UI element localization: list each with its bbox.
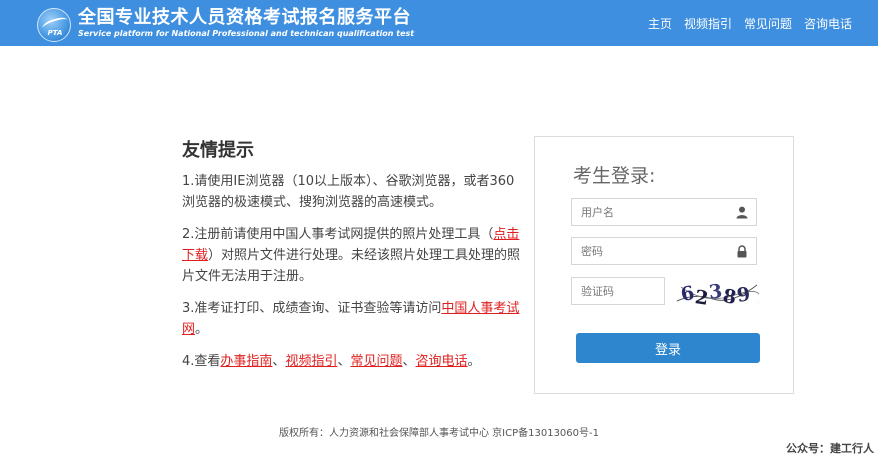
tip4-sep: 、 [272, 354, 286, 369]
tip4-sep: 、 [402, 354, 416, 369]
hotline-link[interactable]: 咨询电话 [416, 354, 468, 369]
nav-home[interactable]: 主页 [648, 15, 672, 32]
tip-help-links: 4.查看办事指南、视频指引、常见问题、咨询电话。 [182, 351, 522, 372]
wechat-watermark: 公众号：建工行人 [786, 442, 874, 455]
tip4-sep: 、 [337, 354, 351, 369]
captcha-char: 9 [735, 283, 752, 307]
tip3-text-after: 。 [195, 322, 209, 337]
tip4-text-before: 4.查看 [182, 354, 221, 369]
username-input[interactable] [572, 199, 722, 225]
user-icon [736, 206, 748, 219]
site-title: 全国专业技术人员资格考试报名服务平台 [78, 7, 411, 28]
faq-link[interactable]: 常见问题 [350, 354, 402, 369]
captcha-field [571, 277, 665, 305]
tip-photo-tool: 2.注册前请使用中国人事考试网提供的照片处理工具（点击下载）对照片文件进行处理。… [182, 224, 522, 287]
captcha-image[interactable]: 62389 [675, 277, 759, 309]
tip3-text-before: 3.准考证打印、成绩查询、证书查验等请访问 [182, 301, 442, 316]
captcha-input[interactable] [572, 278, 660, 304]
tips-title: 友情提示 [182, 140, 254, 161]
tip2-text-after: ）对照片文件进行处理。未经该照片处理工具处理的照片文件无法用于注册。 [182, 248, 521, 284]
password-field [571, 237, 757, 265]
captcha-char: 3 [707, 280, 724, 304]
tip-browser: 1.请使用IE浏览器（10以上版本）、谷歌浏览器，或者360浏览器的极速模式、搜… [182, 174, 515, 210]
site-subtitle: Service platform for National Profession… [78, 29, 415, 38]
nav-video-guide[interactable]: 视频指引 [684, 15, 732, 32]
pta-logo-icon[interactable]: PTA [37, 8, 71, 42]
nav-hotline[interactable]: 咨询电话 [804, 15, 852, 32]
login-panel: 考生登录: 62389 登录 [534, 136, 794, 394]
lock-icon [737, 245, 747, 258]
nav-faq[interactable]: 常见问题 [744, 15, 792, 32]
site-header: PTA 全国专业技术人员资格考试报名服务平台 Service platform … [0, 0, 878, 46]
login-title: 考生登录: [573, 165, 656, 187]
logo-text: PTA [47, 29, 63, 37]
guide-link[interactable]: 办事指南 [220, 354, 272, 369]
friendly-tips: 友情提示 1.请使用IE浏览器（10以上版本）、谷歌浏览器，或者360浏览器的极… [182, 136, 522, 383]
login-button[interactable]: 登录 [576, 333, 760, 363]
tip4-text-after: 。 [467, 354, 481, 369]
footer-copyright: 版权所有：人力资源和社会保障部人事考试中心 京ICP备13013060号-1 [278, 428, 599, 439]
tip-cpta-site: 3.准考证打印、成绩查询、证书查验等请访问中国人事考试网。 [182, 298, 522, 340]
password-input[interactable] [572, 238, 722, 264]
video-guide-link[interactable]: 视频指引 [285, 354, 337, 369]
tip2-text-before: 2.注册前请使用中国人事考试网提供的照片处理工具（ [182, 227, 494, 242]
username-field [571, 198, 757, 226]
top-nav: 主页 视频指引 常见问题 咨询电话 [648, 15, 852, 32]
